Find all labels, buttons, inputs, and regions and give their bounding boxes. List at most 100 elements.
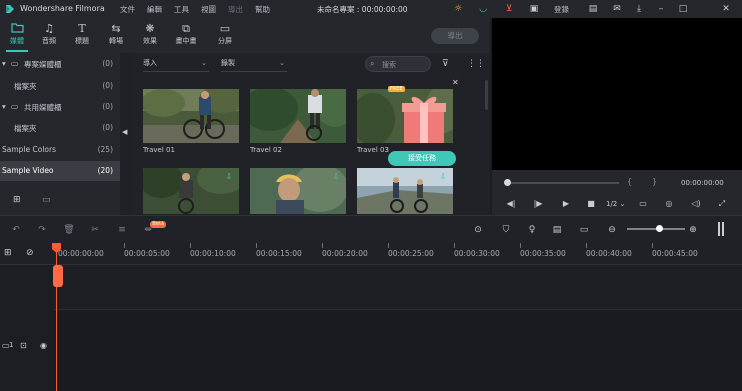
menu-tools[interactable]: 工具 — [174, 4, 189, 15]
tab-transitions[interactable]: ⇆ 轉場 — [99, 18, 133, 53]
mail-icon[interactable]: ✉ — [611, 3, 623, 15]
collapse-arrow-icon[interactable]: ◀ — [122, 128, 127, 136]
sidebar-item-sample-video[interactable]: Sample Video (20) — [0, 161, 120, 181]
render-preview-icon[interactable]: ⊙ — [472, 224, 484, 236]
cut-icon[interactable]: ✂ — [89, 224, 101, 236]
search-input[interactable]: ⌕ 搜索 — [365, 56, 431, 72]
media-thumbnail-travel-02[interactable] — [250, 89, 346, 143]
timeline-divider-handle[interactable] — [718, 222, 724, 236]
add-track-icon[interactable]: ⊞ — [4, 248, 12, 258]
tab-media[interactable]: 媒體 — [0, 18, 34, 53]
gift-icon[interactable]: ▣ — [528, 3, 540, 15]
mark-in-icon[interactable]: { — [627, 177, 632, 186]
tab-titles[interactable]: T 標題 — [65, 18, 99, 53]
preview-scrubber-knob[interactable] — [504, 179, 511, 186]
minimize-icon[interactable]: – — [655, 3, 667, 15]
app-name: Wondershare Filmora — [20, 4, 105, 13]
expand-arrow-icon[interactable]: ▾ — [2, 59, 6, 68]
subtitle-icon[interactable]: ▭ — [578, 224, 590, 236]
menu-help[interactable]: 幫助 — [255, 4, 270, 15]
menu-edit[interactable]: 編輯 — [147, 4, 162, 15]
sidebar-item-project-library[interactable]: ▾ ▭ 專案媒體櫃 (0) — [0, 54, 120, 74]
lock-icon[interactable]: ⊡ — [20, 341, 27, 350]
quality-label: 1/2 — [606, 200, 618, 208]
cart-icon[interactable]: ⊻ — [503, 3, 515, 15]
headset-support-icon[interactable]: ◡ — [477, 3, 489, 15]
play-icon[interactable]: ▶ — [560, 198, 572, 210]
delete-icon[interactable]: 🗑 — [63, 224, 75, 236]
import-dropdown[interactable]: 導入 ⌄ — [143, 58, 209, 72]
undo-icon[interactable]: ↶ — [10, 224, 22, 236]
folder-icon — [10, 22, 24, 35]
sidebar-item-shared-library[interactable]: ▾ ▭ 共用媒體櫃 (0) — [0, 97, 120, 117]
grid-view-icon[interactable]: ⋮⋮ — [467, 59, 485, 69]
sidebar-collapse-handle[interactable]: ◀ — [120, 53, 132, 215]
download-icon[interactable]: ⇩ — [438, 172, 448, 182]
close-icon[interactable]: ✕ — [720, 3, 732, 15]
save-icon[interactable]: ▤ — [587, 3, 599, 15]
tab-pip[interactable]: ⧉ 畫中畫 — [169, 18, 203, 53]
monitor-icon[interactable]: ▭ — [637, 198, 649, 210]
transition-icon: ⇆ — [111, 22, 121, 35]
step-back-icon[interactable]: ◀| — [505, 198, 517, 210]
fullscreen-icon[interactable]: ⤢ — [716, 198, 728, 210]
step-forward-icon[interactable]: |▶ — [532, 198, 544, 210]
tab-effects[interactable]: ❋ 效果 — [133, 18, 167, 53]
sidebar-item-sample-colors[interactable]: Sample Colors (25) — [0, 140, 120, 160]
tab-audio[interactable]: ♫ 音頻 — [32, 18, 66, 53]
playhead-tab[interactable] — [53, 265, 63, 287]
tab-split-screen[interactable]: ▭ 分屏 — [208, 18, 242, 53]
preview-scrubber[interactable] — [505, 182, 619, 184]
zoom-out-icon[interactable]: ⊖ — [606, 224, 618, 236]
download-icon[interactable]: ⤓ — [633, 3, 645, 15]
zoom-in-icon[interactable]: ⊕ — [687, 224, 699, 236]
chevron-down-icon: ⌄ — [201, 59, 207, 67]
restore-icon[interactable]: □ — [677, 3, 689, 15]
media-scrollbar[interactable] — [485, 80, 488, 110]
tab-pip-label: 畫中畫 — [175, 37, 197, 45]
redo-icon[interactable]: ↷ — [36, 224, 48, 236]
download-icon[interactable]: ⇩ — [331, 172, 341, 182]
download-icon[interactable]: ⇩ — [224, 172, 234, 182]
record-dropdown[interactable]: 錄製 ⌄ — [221, 58, 287, 72]
quality-dropdown[interactable]: 1/2 ⌄ — [606, 200, 625, 208]
sidebar-item-folder[interactable]: 檔案夾 (0) — [0, 76, 120, 96]
media-thumbnail-travel-01[interactable] — [143, 89, 239, 143]
import-label: 導入 — [143, 59, 157, 67]
title-bar: Wondershare Filmora 文件 編輯 工具 視圖 導出 幫助 未命… — [0, 0, 742, 18]
sidebar-item-count: (0) — [102, 59, 113, 68]
filter-icon[interactable]: ⊽ — [442, 59, 449, 69]
filmora-logo-icon — [6, 5, 14, 13]
promo-gift-box[interactable] — [400, 93, 448, 145]
lightbulb-icon[interactable]: ☼ — [452, 3, 464, 15]
menu-export[interactable]: 導出 — [228, 4, 243, 15]
volume-icon[interactable]: ◁) — [690, 198, 702, 210]
timeline-track-empty[interactable] — [54, 265, 742, 310]
menu-view[interactable]: 視圖 — [201, 4, 216, 15]
zoom-slider-knob[interactable] — [656, 225, 663, 232]
microphone-icon[interactable]: ♀ — [526, 224, 538, 236]
export-button[interactable]: 導出 — [431, 28, 479, 44]
voiceover-icon[interactable]: ▤ — [551, 224, 563, 236]
folder-outline-icon[interactable]: ▭ — [42, 195, 51, 205]
link-icon[interactable]: ⊘ — [26, 248, 34, 258]
close-icon[interactable]: ✕ — [452, 79, 460, 87]
sidebar-item-label: 專案媒體櫃 — [24, 60, 62, 69]
marker-icon[interactable]: ⛉ — [500, 224, 512, 236]
stop-icon[interactable]: ■ — [585, 198, 597, 210]
mark-out-icon[interactable]: } — [652, 177, 657, 186]
login-link[interactable]: 登錄 — [554, 4, 569, 15]
accept-task-button[interactable]: 接受任務 — [388, 151, 456, 166]
sidebar-item-shared-folder[interactable]: 檔案夾 (0) — [0, 118, 120, 138]
eye-icon[interactable]: ◉ — [40, 341, 47, 350]
timeline-track-video[interactable] — [54, 311, 742, 391]
new-folder-icon[interactable]: ⊞ — [13, 195, 21, 205]
chevron-down-icon: ⌄ — [279, 59, 285, 67]
ruler-tick-mark — [520, 243, 521, 248]
expand-arrow-icon[interactable]: ▾ — [2, 102, 6, 111]
travel-02-image — [250, 89, 346, 143]
menu-file[interactable]: 文件 — [120, 4, 135, 15]
sidebar-item-count: (0) — [102, 81, 113, 90]
snapshot-icon[interactable]: ◎ — [663, 198, 675, 210]
adjust-icon[interactable]: ≡ — [116, 224, 128, 236]
